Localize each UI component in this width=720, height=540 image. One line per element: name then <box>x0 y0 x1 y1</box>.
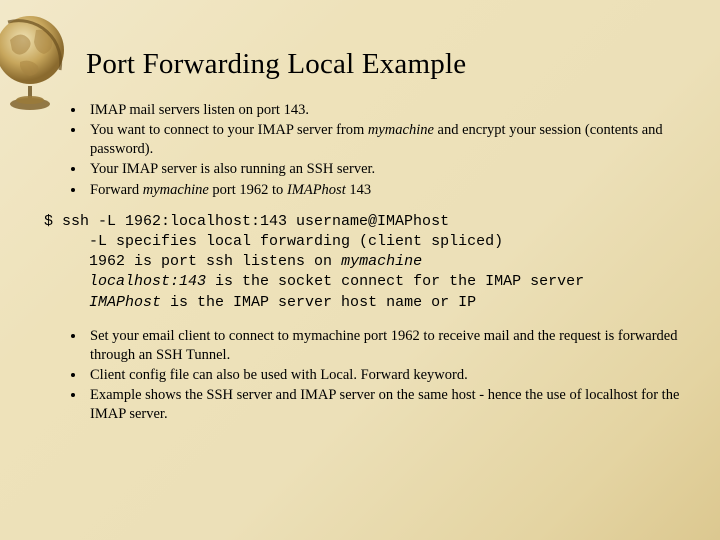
bullet-item: Set your email client to connect to myma… <box>86 327 680 365</box>
bullet-item: Example shows the SSH server and IMAP se… <box>86 386 680 424</box>
bullet-item: Client config file can also be used with… <box>86 366 680 385</box>
bullet-item: Forward mymachine port 1962 to IMAPhost … <box>86 181 680 200</box>
bullet-item: You want to connect to your IMAP server … <box>86 121 680 159</box>
slide-title: Port Forwarding Local Example <box>86 48 680 81</box>
bullet-item: IMAP mail servers listen on port 143. <box>86 101 680 120</box>
code-block: $ ssh -L 1962:localhost:143 username@IMA… <box>44 212 680 313</box>
bullets-bottom: Set your email client to connect to myma… <box>40 327 680 425</box>
bullet-item: Your IMAP server is also running an SSH … <box>86 160 680 179</box>
bullets-top: IMAP mail servers listen on port 143. Yo… <box>40 101 680 200</box>
slide-content: Port Forwarding Local Example IMAP mail … <box>0 0 720 540</box>
